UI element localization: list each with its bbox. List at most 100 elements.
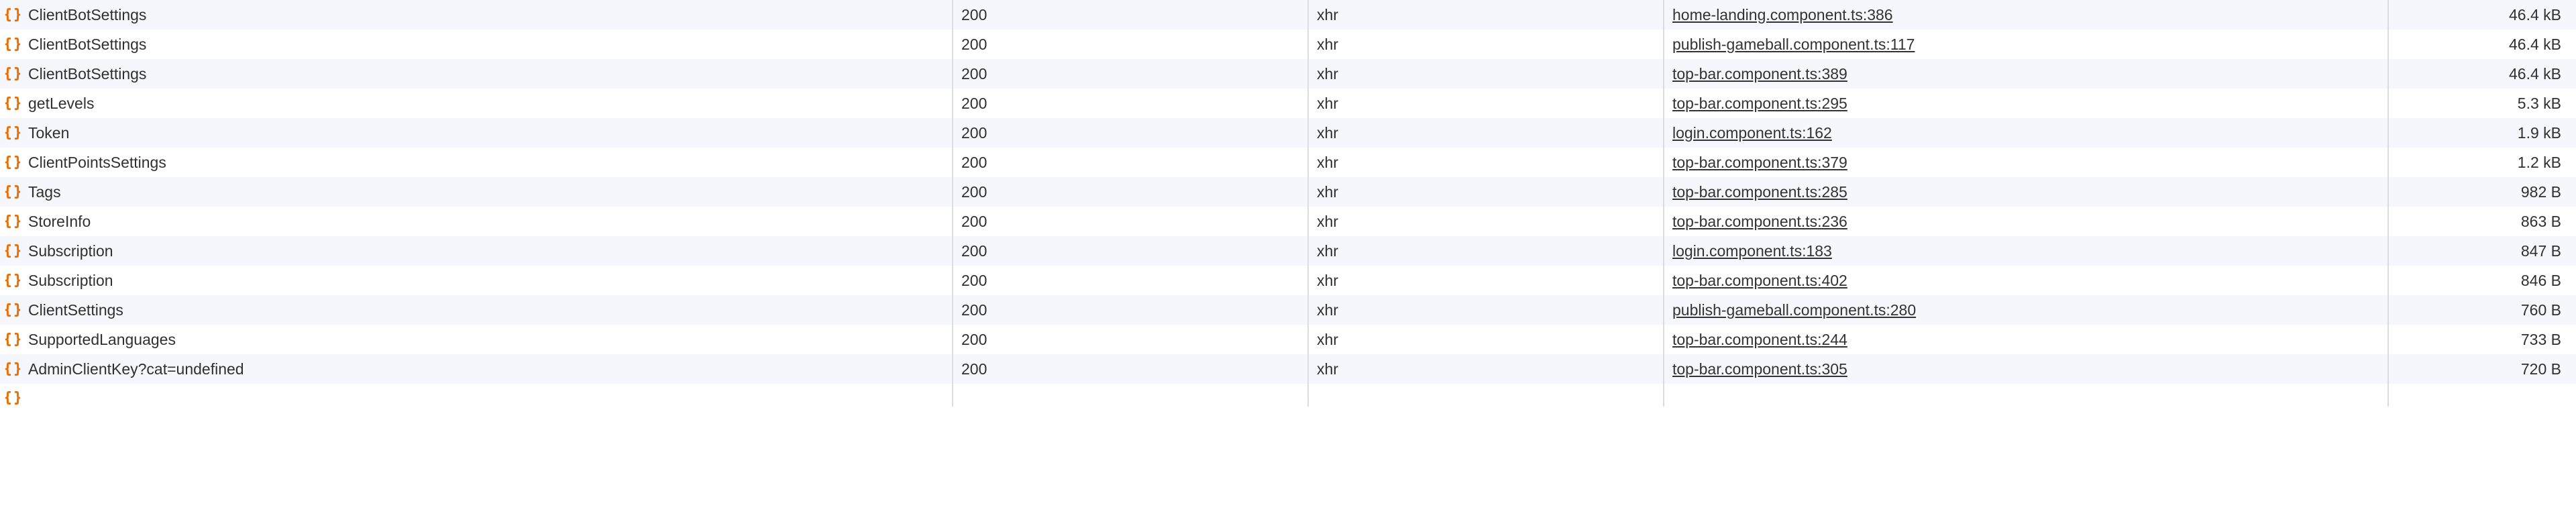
request-type: xhr xyxy=(1308,177,1664,207)
initiator-link[interactable]: top-bar.component.ts:285 xyxy=(1672,183,1847,201)
request-type: xhr xyxy=(1308,30,1664,59)
request-status: 200 xyxy=(953,236,1308,266)
json-icon xyxy=(4,331,21,348)
request-type: xhr xyxy=(1308,207,1664,236)
initiator-link[interactable]: login.component.ts:183 xyxy=(1672,242,1832,260)
request-size: 720 B xyxy=(2388,354,2576,384)
request-size: 846 B xyxy=(2388,266,2576,295)
json-icon xyxy=(4,154,21,171)
json-icon xyxy=(4,124,21,142)
request-status: 200 xyxy=(953,354,1308,384)
request-name-cell[interactable]: ClientBotSettings xyxy=(0,0,953,30)
request-type: xhr xyxy=(1308,0,1664,30)
initiator-link[interactable]: top-bar.component.ts:236 xyxy=(1672,213,1847,230)
request-size: 733 B xyxy=(2388,325,2576,354)
table-row[interactable]: getLevels200xhr top-bar.component.ts:295 5… xyxy=(0,89,2576,118)
request-status: 200 xyxy=(953,118,1308,148)
request-status: 200 xyxy=(953,295,1308,325)
json-icon xyxy=(4,36,21,53)
request-type: xhr xyxy=(1308,118,1664,148)
request-initiator-cell: top-bar.component.ts:285 xyxy=(1664,177,2388,207)
request-type: xhr xyxy=(1308,89,1664,118)
request-name: Subscription xyxy=(28,242,113,260)
json-icon xyxy=(4,65,21,83)
request-name-cell[interactable]: getLevels xyxy=(0,89,953,118)
request-initiator-cell: publish-gameball.component.ts:280 xyxy=(1664,295,2388,325)
json-icon xyxy=(4,301,21,319)
initiator-link[interactable]: login.component.ts:162 xyxy=(1672,124,1832,142)
request-size: 847 B xyxy=(2388,236,2576,266)
initiator-link[interactable]: top-bar.component.ts:305 xyxy=(1672,360,1847,378)
request-name-cell[interactable]: Subscription xyxy=(0,266,953,295)
request-initiator-cell: login.component.ts:183 xyxy=(1664,236,2388,266)
request-type: xhr xyxy=(1308,295,1664,325)
request-name-cell[interactable]: AdminClientKey?cat=undefined xyxy=(0,354,953,384)
network-requests-table: ClientBotSettings200xhrhome-landing.comp… xyxy=(0,0,2576,407)
json-icon xyxy=(4,6,21,23)
request-name: ClientBotSettings xyxy=(28,65,146,83)
table-row[interactable] xyxy=(0,384,2576,407)
request-name: ClientBotSettings xyxy=(28,6,146,24)
request-name-cell[interactable]: ClientBotSettings xyxy=(0,59,953,89)
request-name-cell[interactable]: ClientBotSettings xyxy=(0,30,953,59)
json-icon xyxy=(4,360,21,378)
request-initiator-cell: login.component.ts:162 xyxy=(1664,118,2388,148)
request-initiator-cell: top-bar.component.ts:295 xyxy=(1664,89,2388,118)
initiator-link[interactable]: publish-gameball.component.ts:280 xyxy=(1672,301,1916,319)
request-status: 200 xyxy=(953,207,1308,236)
request-type: xhr xyxy=(1308,59,1664,89)
request-initiator-cell: top-bar.component.ts:389 xyxy=(1664,59,2388,89)
request-initiator-cell: top-bar.component.ts:305 xyxy=(1664,354,2388,384)
table-row[interactable]: Token 200xhr login.component.ts:162 1.9 kB xyxy=(0,118,2576,148)
table-row[interactable]: ClientBotSettings 200xhr top-bar.component… xyxy=(0,59,2576,89)
request-initiator-cell: top-bar.component.ts:402 xyxy=(1664,266,2388,295)
request-type: xhr xyxy=(1308,354,1664,384)
request-name-cell[interactable]: SupportedLanguages xyxy=(0,325,953,354)
request-name-cell[interactable]: Subscription xyxy=(0,236,953,266)
table-row[interactable]: Tags200xhrtop-bar.component.ts:285982 B xyxy=(0,177,2576,207)
request-name-cell[interactable]: Tags xyxy=(0,177,953,207)
initiator-link[interactable]: home-landing.component.ts:386 xyxy=(1672,6,1893,23)
table-row[interactable]: ClientBotSettings200xhrhome-landing.comp… xyxy=(0,0,2576,30)
request-size: 1.9 kB xyxy=(2388,118,2576,148)
request-name-cell[interactable]: StoreInfo xyxy=(0,207,953,236)
request-size: 5.3 kB xyxy=(2388,89,2576,118)
request-initiator-cell: home-landing.component.ts:386 xyxy=(1664,0,2388,30)
initiator-link[interactable]: top-bar.component.ts:295 xyxy=(1672,95,1847,112)
request-initiator-cell: publish-gameball.component.ts:117 xyxy=(1664,30,2388,59)
initiator-link[interactable]: top-bar.component.ts:244 xyxy=(1672,331,1847,348)
request-name-cell[interactable]: Token xyxy=(0,118,953,148)
table-row[interactable]: Subscription 200xhr login.component.ts:183… xyxy=(0,236,2576,266)
request-name-cell[interactable]: ClientSettings xyxy=(0,295,953,325)
request-name: Token xyxy=(28,124,69,142)
request-name: SupportedLanguages xyxy=(28,331,176,349)
request-size: 46.4 kB xyxy=(2388,59,2576,89)
request-size: 46.4 kB xyxy=(2388,0,2576,30)
request-name: ClientSettings xyxy=(28,301,123,319)
table-row[interactable]: SupportedLanguages200xhrtop-bar.componen… xyxy=(0,325,2576,354)
request-status: 200 xyxy=(953,266,1308,295)
initiator-link[interactable]: publish-gameball.component.ts:117 xyxy=(1672,36,1915,53)
request-status: 200 xyxy=(953,59,1308,89)
request-type: xhr xyxy=(1308,236,1664,266)
json-icon xyxy=(4,213,21,230)
request-size: 760 B xyxy=(2388,295,2576,325)
request-status: 200 xyxy=(953,89,1308,118)
request-type: xhr xyxy=(1308,148,1664,177)
table-row[interactable]: ClientSettings 200xhr publish-gameball.com… xyxy=(0,295,2576,325)
initiator-link[interactable]: top-bar.component.ts:389 xyxy=(1672,65,1847,83)
table-row[interactable]: ClientBotSettings200xhr publish-gameball.… xyxy=(0,30,2576,59)
request-name-cell[interactable]: ClientPointsSettings xyxy=(0,148,953,177)
initiator-link[interactable]: top-bar.component.ts:379 xyxy=(1672,154,1847,171)
request-name: StoreInfo xyxy=(28,213,91,231)
request-status: 200 xyxy=(953,148,1308,177)
json-icon xyxy=(4,272,21,289)
initiator-link[interactable]: top-bar.component.ts:402 xyxy=(1672,272,1847,289)
table-row[interactable]: ClientPointsSettings200xhr top-bar.compon… xyxy=(0,148,2576,177)
table-row[interactable]: Subscription200xhrtop-bar.component.ts:4… xyxy=(0,266,2576,295)
table-row[interactable]: StoreInfo200xhrtop-bar.component.ts:2368… xyxy=(0,207,2576,236)
table-row[interactable]: AdminClientKey?cat=undefined200xhr top-ba… xyxy=(0,354,2576,384)
json-icon xyxy=(4,95,21,112)
json-icon xyxy=(4,389,21,407)
request-status: 200 xyxy=(953,30,1308,59)
